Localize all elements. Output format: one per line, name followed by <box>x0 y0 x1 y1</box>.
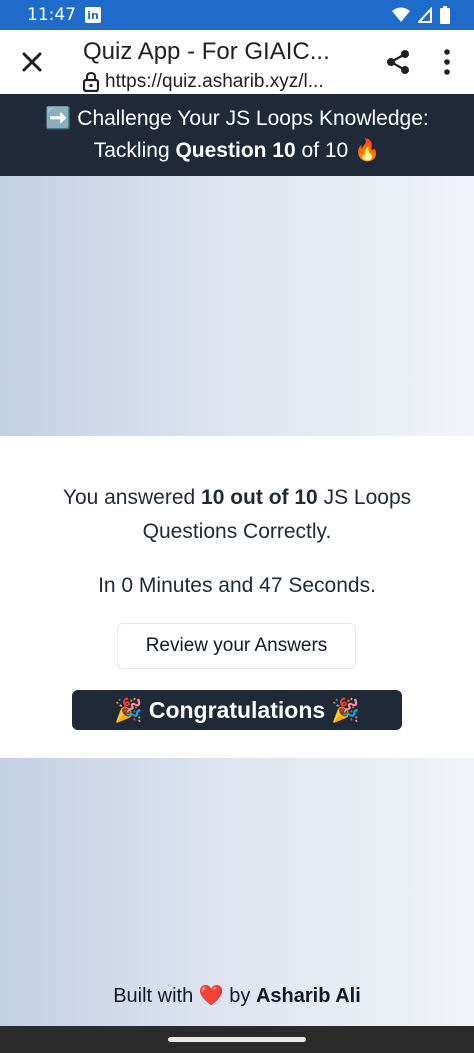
result-card: You answered 10 out of 10 JS Loops Quest… <box>0 436 474 758</box>
browser-header: Quiz App - For GIAIC... https://quiz.ash… <box>0 30 474 94</box>
congratulations-button[interactable]: 🎉 Congratulations 🎉 <box>72 690 402 730</box>
footer-by: by <box>229 985 251 1007</box>
wifi-icon <box>392 7 410 22</box>
arrow-emoji: ➡️ <box>45 107 72 130</box>
home-gesture-handle[interactable] <box>168 1037 306 1042</box>
score-prefix: You answered <box>62 486 196 509</box>
footer-built-with: Built with <box>113 985 194 1007</box>
more-vert-icon[interactable] <box>437 48 457 76</box>
banner-suffix: of 10 <box>301 139 349 162</box>
banner-line2: Tackling Question 10 of 10 🔥 <box>0 135 474 167</box>
banner-prefix: Tackling <box>93 139 170 162</box>
score-suffix: JS Loops <box>323 486 412 509</box>
score-line: You answered 10 out of 10 JS Loops <box>0 486 474 510</box>
score-value: 10 out of 10 <box>201 486 318 509</box>
fire-emoji: 🔥 <box>354 139 381 162</box>
question-label: Question 10 <box>175 139 296 162</box>
heart-icon: ❤️ <box>198 985 224 1007</box>
lock-icon <box>83 72 99 92</box>
banner-heading: Challenge Your JS Loops Knowledge: <box>77 107 429 130</box>
status-bar: 11:47 in <box>0 0 474 30</box>
party-popper-icon: 🎉 <box>114 696 143 723</box>
page-title: Quiz App - For GIAIC... <box>83 38 330 65</box>
url-text: https://quiz.asharib.xyz/l... <box>105 71 324 92</box>
review-answers-button[interactable]: Review your Answers <box>117 623 356 669</box>
footer-author[interactable]: Asharib Ali <box>256 985 361 1007</box>
close-icon[interactable] <box>18 48 46 76</box>
quiz-banner: ➡️ Challenge Your JS Loops Knowledge: Ta… <box>0 94 474 176</box>
banner-line1: ➡️ Challenge Your JS Loops Knowledge: <box>0 103 474 135</box>
congratulations-label: Congratulations <box>148 696 326 723</box>
status-time: 11:47 <box>27 5 76 25</box>
url-bar[interactable]: https://quiz.asharib.xyz/l... <box>83 71 355 93</box>
share-icon[interactable] <box>385 49 411 75</box>
gradient-background-top <box>0 176 474 436</box>
signal-icon <box>418 7 432 23</box>
navigation-bar <box>0 1026 474 1053</box>
footer: Built with ❤️ by Asharib Ali <box>0 983 474 1008</box>
linkedin-icon: in <box>85 7 101 23</box>
time-taken: In 0 Minutes and 47 Seconds. <box>98 574 376 597</box>
battery-icon <box>440 6 450 24</box>
status-icons <box>392 6 450 24</box>
score-line2: Questions Correctly. <box>142 520 332 543</box>
party-popper-icon: 🎉 <box>331 696 360 723</box>
